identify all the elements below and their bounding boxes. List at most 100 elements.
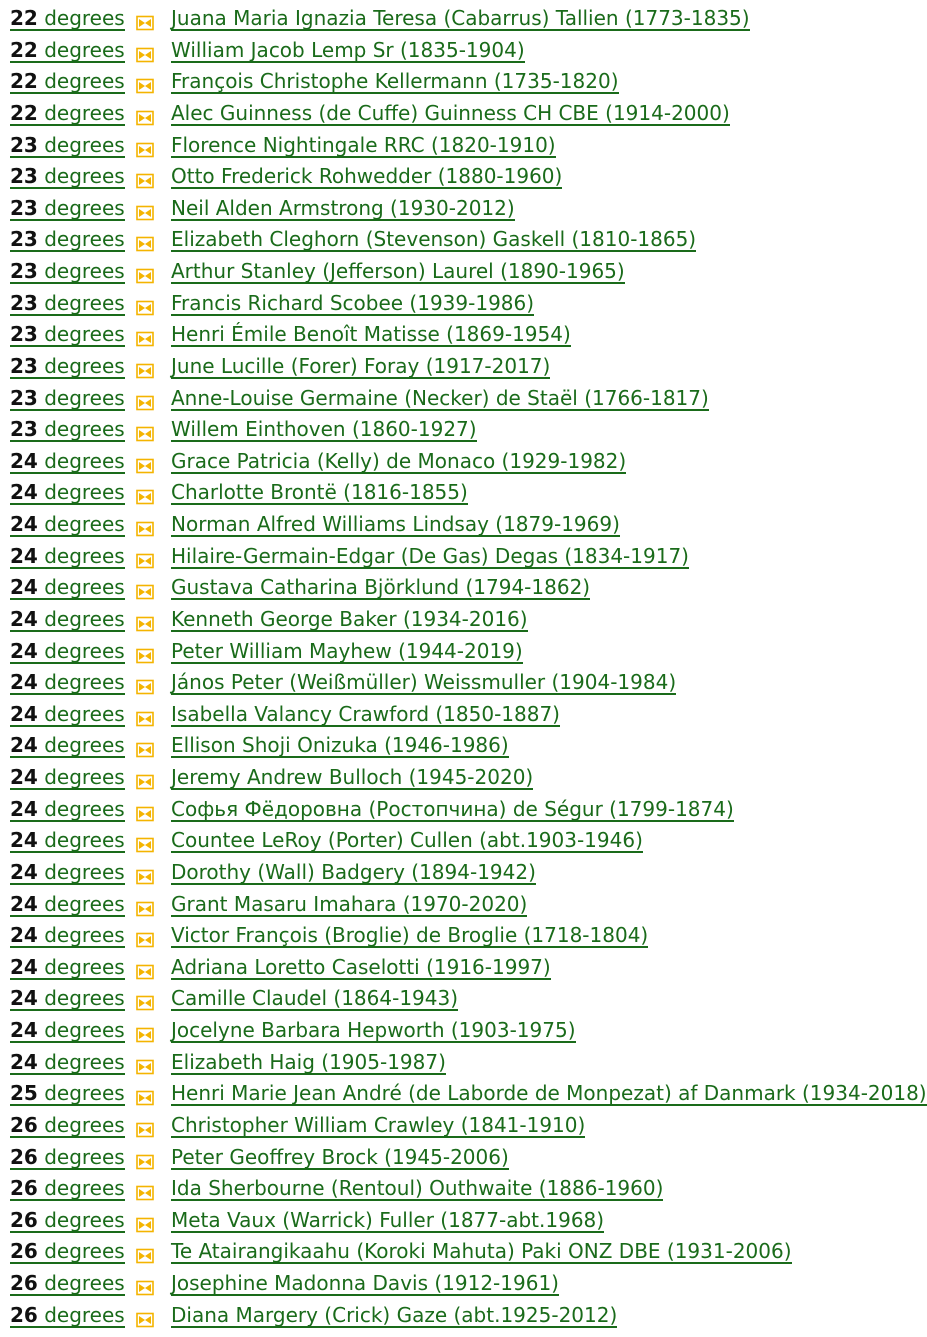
- envelope-relationship-icon[interactable]: [136, 294, 154, 315]
- envelope-relationship-icon[interactable]: [136, 325, 154, 347]
- degrees-link[interactable]: 24 degrees: [10, 450, 125, 474]
- person-link[interactable]: Henri Émile Benoît Matisse (1869-1954): [171, 323, 571, 348]
- degrees-link[interactable]: 23 degrees: [10, 418, 125, 443]
- person-link[interactable]: János Peter (Weißmüller) Weissmuller (19…: [171, 671, 677, 696]
- person-link[interactable]: Christopher William Crawley (1841-1910): [171, 1114, 586, 1138]
- person-link[interactable]: Countee LeRoy (Porter) Cullen (abt.1903-…: [171, 829, 643, 854]
- degrees-link[interactable]: 23 degrees: [10, 228, 125, 253]
- person-link[interactable]: Isabella Valancy Crawford (1850-1887): [171, 703, 560, 727]
- degrees-link[interactable]: 23 degrees: [10, 355, 125, 379]
- envelope-relationship-icon[interactable]: [136, 1211, 154, 1233]
- envelope-relationship-icon[interactable]: [136, 167, 154, 189]
- degrees-link[interactable]: 24 degrees: [10, 640, 125, 664]
- degrees-link[interactable]: 26 degrees: [10, 1177, 125, 1202]
- degrees-link[interactable]: 23 degrees: [10, 387, 125, 411]
- envelope-relationship-icon[interactable]: [136, 262, 154, 284]
- person-link[interactable]: Jocelyne Barbara Hepworth (1903-1975): [171, 1019, 576, 1043]
- envelope-relationship-icon[interactable]: [136, 1274, 154, 1296]
- degrees-link[interactable]: 24 degrees: [10, 1051, 125, 1075]
- envelope-relationship-icon[interactable]: [136, 199, 154, 221]
- person-link[interactable]: Gustava Catharina Björklund (1794-1862): [171, 576, 591, 601]
- envelope-relationship-icon[interactable]: [136, 420, 154, 442]
- degrees-link[interactable]: 26 degrees: [10, 1272, 125, 1296]
- envelope-relationship-icon[interactable]: [136, 515, 154, 537]
- envelope-relationship-icon[interactable]: [136, 1116, 154, 1138]
- envelope-relationship-icon[interactable]: [136, 989, 154, 1011]
- envelope-relationship-icon[interactable]: [136, 800, 154, 821]
- envelope-relationship-icon[interactable]: [136, 863, 154, 885]
- degrees-link[interactable]: 24 degrees: [10, 513, 125, 537]
- degrees-link[interactable]: 23 degrees: [10, 165, 125, 190]
- person-link[interactable]: Peter William Mayhew (1944-2019): [171, 640, 523, 664]
- person-link[interactable]: Peter Geoffrey Brock (1945-2006): [171, 1146, 509, 1170]
- person-link[interactable]: Kenneth George Baker (1934-2016): [171, 608, 528, 632]
- person-link[interactable]: Willem Einthoven (1860-1927): [171, 418, 477, 443]
- person-link[interactable]: Otto Frederick Rohwedder (1880-1960): [171, 165, 563, 190]
- degrees-link[interactable]: 24 degrees: [10, 545, 125, 569]
- degrees-link[interactable]: 24 degrees: [10, 987, 125, 1012]
- envelope-relationship-icon[interactable]: [136, 1306, 154, 1327]
- degrees-link[interactable]: 22 degrees: [10, 39, 125, 63]
- envelope-relationship-icon[interactable]: [136, 136, 154, 157]
- person-link[interactable]: William Jacob Lemp Sr (1835-1904): [171, 39, 525, 63]
- degrees-link[interactable]: 26 degrees: [10, 1146, 125, 1170]
- degrees-link[interactable]: 22 degrees: [10, 70, 125, 95]
- person-link[interactable]: Neil Alden Armstrong (1930-2012): [171, 197, 515, 221]
- person-link[interactable]: Norman Alfred Williams Lindsay (1879-196…: [171, 513, 620, 537]
- envelope-relationship-icon[interactable]: [136, 895, 154, 916]
- person-link[interactable]: Charlotte Brontë (1816-1855): [171, 481, 468, 506]
- degrees-link[interactable]: 26 degrees: [10, 1209, 125, 1233]
- person-link[interactable]: Alec Guinness (de Cuffe) Guinness CH CBE…: [171, 102, 730, 126]
- person-link[interactable]: Anne-Louise Germaine (Necker) de Staël (…: [171, 387, 709, 411]
- degrees-link[interactable]: 24 degrees: [10, 893, 125, 917]
- degrees-link[interactable]: 24 degrees: [10, 481, 125, 506]
- degrees-link[interactable]: 22 degrees: [10, 102, 125, 126]
- envelope-relationship-icon[interactable]: [136, 357, 154, 379]
- person-link[interactable]: Juana Maria Ignazia Teresa (Cabarrus) Ta…: [171, 7, 750, 31]
- person-link[interactable]: Florence Nightingale RRC (1820-1910): [171, 134, 556, 158]
- person-link[interactable]: Elizabeth Haig (1905-1987): [171, 1051, 446, 1075]
- degrees-link[interactable]: 23 degrees: [10, 260, 125, 284]
- person-link[interactable]: Софья Фёдоровна (Ростопчина) de Ségur (1…: [171, 798, 734, 822]
- envelope-relationship-icon[interactable]: [136, 642, 154, 663]
- envelope-relationship-icon[interactable]: [136, 926, 154, 948]
- degrees-link[interactable]: 24 degrees: [10, 671, 125, 696]
- envelope-relationship-icon[interactable]: [136, 1053, 154, 1074]
- degrees-link[interactable]: 26 degrees: [10, 1114, 125, 1138]
- degrees-link[interactable]: 23 degrees: [10, 134, 125, 158]
- envelope-relationship-icon[interactable]: [136, 1148, 154, 1169]
- envelope-relationship-icon[interactable]: [136, 768, 154, 790]
- degrees-link[interactable]: 24 degrees: [10, 734, 125, 759]
- degrees-link[interactable]: 22 degrees: [10, 7, 125, 31]
- envelope-relationship-icon[interactable]: [136, 230, 154, 252]
- degrees-link[interactable]: 23 degrees: [10, 292, 125, 316]
- person-link[interactable]: Grace Patricia (Kelly) de Monaco (1929-1…: [171, 450, 627, 474]
- envelope-relationship-icon[interactable]: [136, 1021, 154, 1043]
- envelope-relationship-icon[interactable]: [136, 736, 154, 758]
- envelope-relationship-icon[interactable]: [136, 705, 154, 727]
- person-link[interactable]: Henri Marie Jean André (de Laborde de Mo…: [171, 1082, 927, 1107]
- envelope-relationship-icon[interactable]: [136, 9, 154, 31]
- envelope-relationship-icon[interactable]: [136, 1242, 154, 1264]
- degrees-link[interactable]: 25 degrees: [10, 1082, 125, 1107]
- degrees-link[interactable]: 24 degrees: [10, 924, 125, 949]
- envelope-relationship-icon[interactable]: [136, 1084, 154, 1106]
- envelope-relationship-icon[interactable]: [136, 547, 154, 568]
- person-link[interactable]: Ida Sherbourne (Rentoul) Outhwaite (1886…: [171, 1177, 664, 1202]
- person-link[interactable]: Elizabeth Cleghorn (Stevenson) Gaskell (…: [171, 228, 697, 253]
- degrees-link[interactable]: 23 degrees: [10, 323, 125, 348]
- person-link[interactable]: Diana Margery (Crick) Gaze (abt.1925-201…: [171, 1304, 618, 1328]
- person-link[interactable]: June Lucille (Forer) Foray (1917-2017): [171, 355, 551, 379]
- degrees-link[interactable]: 24 degrees: [10, 703, 125, 727]
- person-link[interactable]: Grant Masaru Imahara (1970-2020): [171, 893, 528, 917]
- person-link[interactable]: Camille Claudel (1864-1943): [171, 987, 459, 1012]
- envelope-relationship-icon[interactable]: [136, 1179, 154, 1201]
- person-link[interactable]: Te Atairangikaahu (Koroki Mahuta) Paki O…: [171, 1240, 792, 1265]
- person-link[interactable]: Ellison Shoji Onizuka (1946-1986): [171, 734, 509, 759]
- degrees-link[interactable]: 23 degrees: [10, 197, 125, 221]
- degrees-link[interactable]: 24 degrees: [10, 576, 125, 601]
- envelope-relationship-icon[interactable]: [136, 389, 154, 410]
- envelope-relationship-icon[interactable]: [136, 41, 154, 62]
- degrees-link[interactable]: 24 degrees: [10, 798, 125, 822]
- degrees-link[interactable]: 24 degrees: [10, 861, 125, 885]
